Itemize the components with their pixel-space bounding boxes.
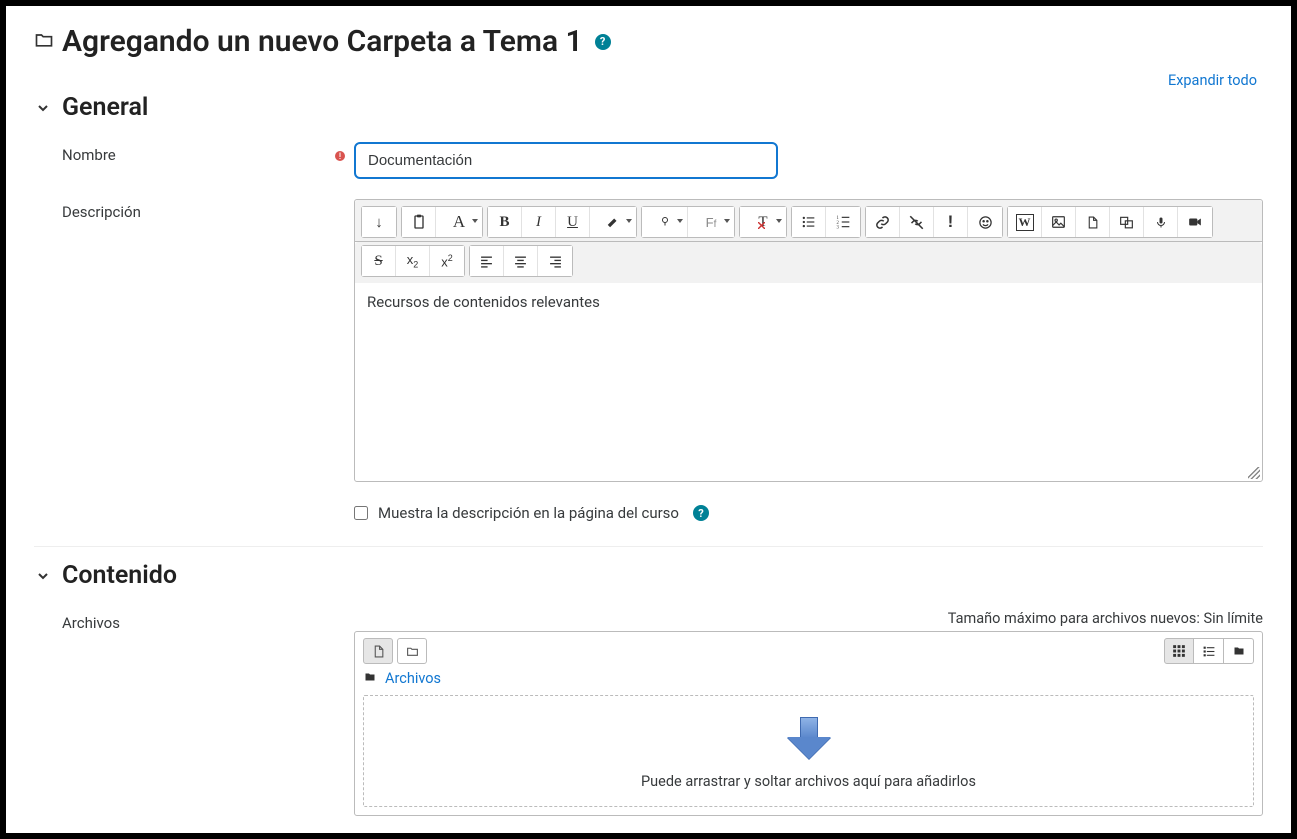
- bullet-list-button[interactable]: [792, 207, 826, 237]
- number-list-button[interactable]: 123: [826, 207, 860, 237]
- warning-button[interactable]: !: [934, 207, 968, 237]
- description-textarea[interactable]: Recursos de contenidos relevantes: [355, 283, 1262, 481]
- clear-format-dropdown[interactable]: T: [740, 207, 786, 237]
- name-input[interactable]: [354, 142, 778, 179]
- help-icon[interactable]: ?: [595, 34, 611, 50]
- view-grid-button[interactable]: [1164, 638, 1194, 664]
- subscript-button[interactable]: x2: [396, 246, 430, 276]
- superscript-button[interactable]: x2: [430, 246, 464, 276]
- show-description-checkbox[interactable]: [354, 506, 368, 520]
- show-description-label: Muestra la descripción en la página del …: [378, 504, 679, 522]
- mic-button[interactable]: [1144, 207, 1178, 237]
- section-contenido-title: Contenido: [62, 561, 177, 590]
- paste-icon[interactable]: [402, 207, 436, 237]
- chevron-down-icon: [34, 567, 52, 585]
- folder-icon: [34, 30, 54, 54]
- toolbar-toggle[interactable]: ↓: [362, 207, 396, 237]
- wikipedia-button[interactable]: W: [1008, 207, 1042, 237]
- video-button[interactable]: [1178, 207, 1212, 237]
- link-button[interactable]: [866, 207, 900, 237]
- dropzone-hint: Puede arrastrar y soltar archivos aquí p…: [641, 773, 976, 790]
- strike-button[interactable]: S: [362, 246, 396, 276]
- highlight-dropdown[interactable]: [590, 207, 636, 237]
- align-left-button[interactable]: [470, 246, 504, 276]
- align-right-button[interactable]: [538, 246, 572, 276]
- expand-all-link[interactable]: Expandir todo: [1168, 72, 1257, 89]
- svg-text:3: 3: [836, 225, 839, 229]
- file-button[interactable]: [1076, 207, 1110, 237]
- section-contenido-toggle[interactable]: Contenido: [34, 561, 1263, 590]
- font-family-dropdown[interactable]: Ff: [688, 207, 734, 237]
- max-size-label: Tamaño máximo para archivos nuevos: Sin …: [354, 610, 1263, 627]
- underline-button[interactable]: U: [556, 207, 590, 237]
- rich-text-editor: ↓ A B I U Ff: [354, 199, 1263, 482]
- name-field-label: Nombre: [34, 142, 326, 164]
- add-file-button[interactable]: [363, 638, 393, 664]
- unlink-button[interactable]: [900, 207, 934, 237]
- bold-button[interactable]: B: [488, 207, 522, 237]
- folder-solid-icon: [363, 670, 377, 687]
- download-arrow-icon: [787, 717, 831, 761]
- image-button[interactable]: [1042, 207, 1076, 237]
- page-title: Agregando un nuevo Carpeta a Tema 1: [62, 24, 583, 59]
- view-tree-button[interactable]: [1224, 638, 1254, 664]
- divider: [34, 546, 1263, 547]
- file-picker: Archivos Puede arrastrar y soltar archiv…: [354, 631, 1263, 816]
- breadcrumb-root-link[interactable]: Archivos: [385, 670, 441, 687]
- file-drop-zone[interactable]: Puede arrastrar y soltar archivos aquí p…: [363, 695, 1254, 807]
- description-field-label: Descripción: [34, 199, 326, 221]
- font-color-dropdown[interactable]: A: [436, 207, 482, 237]
- files-field-label: Archivos: [34, 610, 326, 632]
- help-icon[interactable]: ?: [693, 505, 709, 521]
- resize-handle[interactable]: [1248, 467, 1260, 479]
- chevron-down-icon: [34, 99, 52, 117]
- required-icon: [334, 148, 346, 166]
- styles-dropdown[interactable]: [642, 207, 688, 237]
- section-general-title: General: [62, 93, 148, 122]
- section-general-toggle[interactable]: General: [34, 93, 1263, 122]
- create-folder-button[interactable]: [397, 638, 427, 664]
- italic-button[interactable]: I: [522, 207, 556, 237]
- align-center-button[interactable]: [504, 246, 538, 276]
- emoji-button[interactable]: [968, 207, 1002, 237]
- embed-button[interactable]: [1110, 207, 1144, 237]
- description-content: Recursos de contenidos relevantes: [367, 293, 600, 311]
- view-list-button[interactable]: [1194, 638, 1224, 664]
